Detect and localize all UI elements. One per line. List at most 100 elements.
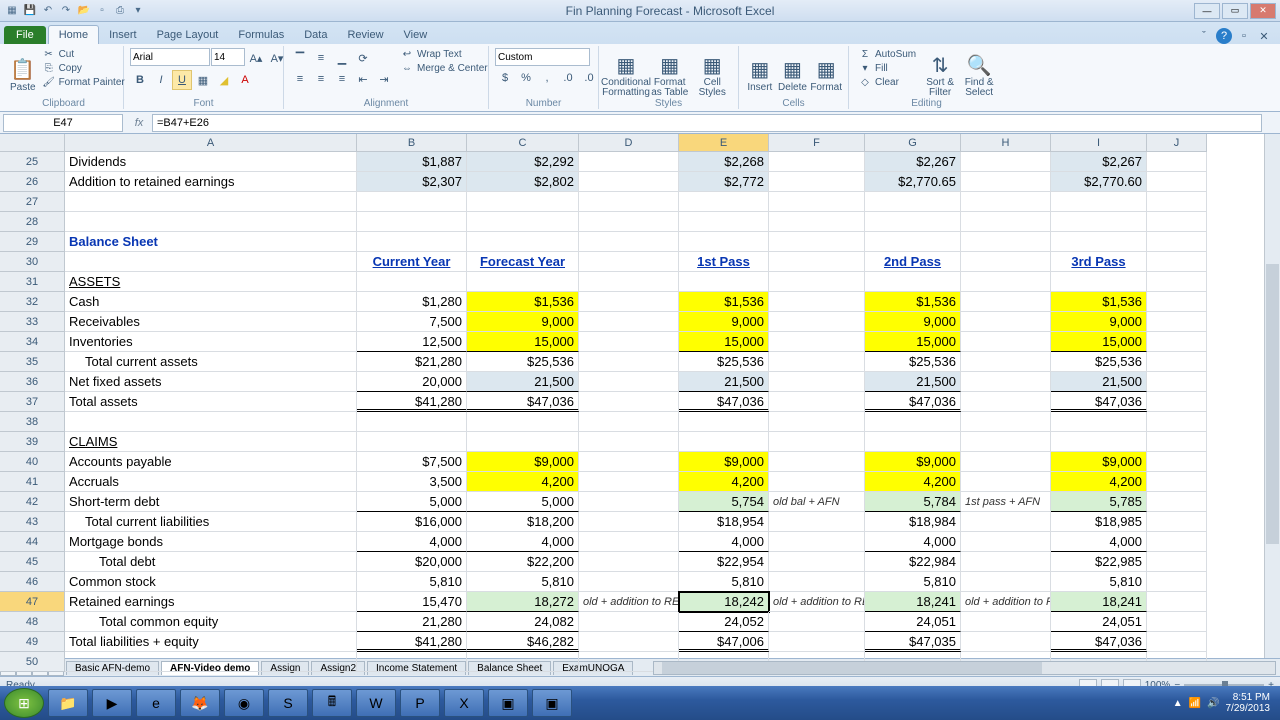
cell-D42[interactable]	[579, 492, 679, 512]
cell-I30[interactable]: 3rd Pass	[1051, 252, 1147, 272]
cell-C32[interactable]: $1,536	[467, 292, 579, 312]
maximize-button[interactable]: ▭	[1222, 3, 1248, 19]
cell-A29[interactable]: Balance Sheet	[65, 232, 357, 252]
cell-F48[interactable]	[769, 612, 865, 632]
cell-A46[interactable]: Common stock	[65, 572, 357, 592]
decrease-indent-icon[interactable]: ⇤	[353, 69, 373, 89]
paste-button[interactable]: 📋Paste	[10, 48, 36, 102]
cell-I35[interactable]: $25,536	[1051, 352, 1147, 372]
currency-icon[interactable]: $	[495, 68, 515, 88]
orientation-icon[interactable]: ⟳	[353, 48, 373, 68]
cell-B34[interactable]: 12,500	[357, 332, 467, 352]
cell-J28[interactable]	[1147, 212, 1207, 232]
cell-E26[interactable]: $2,772	[679, 172, 769, 192]
system-tray[interactable]: ▲ 📶 🔊 8:51 PM 7/29/2013	[1173, 692, 1276, 714]
cell-J36[interactable]	[1147, 372, 1207, 392]
cell-E42[interactable]: 5,754	[679, 492, 769, 512]
format-painter-button[interactable]: 🖌Format Painter	[39, 76, 128, 89]
align-top-icon[interactable]: ▔	[290, 48, 310, 68]
autosum-button[interactable]: ΣAutoSum	[855, 48, 919, 61]
cell-F43[interactable]	[769, 512, 865, 532]
cell-E40[interactable]: $9,000	[679, 452, 769, 472]
cell-A35[interactable]: Total current assets	[65, 352, 357, 372]
cell-E38[interactable]	[679, 412, 769, 432]
cell-F37[interactable]	[769, 392, 865, 412]
row-header[interactable]: 48	[0, 612, 65, 632]
cell-F28[interactable]	[769, 212, 865, 232]
cell-J48[interactable]	[1147, 612, 1207, 632]
cell-E25[interactable]: $2,268	[679, 152, 769, 172]
tab-insert[interactable]: Insert	[99, 26, 147, 44]
align-right-icon[interactable]: ≡	[332, 69, 352, 89]
spreadsheet-grid[interactable]: ABCDEFGHIJ 25Dividends$1,887$2,292$2,268…	[0, 134, 1280, 658]
cell-B35[interactable]: $21,280	[357, 352, 467, 372]
cell-H26[interactable]	[961, 172, 1051, 192]
cell-D29[interactable]	[579, 232, 679, 252]
cell-B29[interactable]	[357, 232, 467, 252]
cell-C42[interactable]: 5,000	[467, 492, 579, 512]
align-bottom-icon[interactable]: ▁	[332, 48, 352, 68]
cell-J40[interactable]	[1147, 452, 1207, 472]
cell-B40[interactable]: $7,500	[357, 452, 467, 472]
cell-I44[interactable]: 4,000	[1051, 532, 1147, 552]
taskbar-media-icon[interactable]: ▶	[92, 689, 132, 717]
taskbar-word-icon[interactable]: W	[356, 689, 396, 717]
conditional-formatting-button[interactable]: ▦Conditional Formatting	[605, 48, 647, 102]
cell-D27[interactable]	[579, 192, 679, 212]
cell-B50[interactable]	[357, 652, 467, 672]
border-button[interactable]: ▦	[193, 70, 213, 90]
cell-J49[interactable]	[1147, 632, 1207, 652]
cell-A48[interactable]: Total common equity	[65, 612, 357, 632]
cell-A41[interactable]: Accruals	[65, 472, 357, 492]
cell-I40[interactable]: $9,000	[1051, 452, 1147, 472]
cell-F39[interactable]	[769, 432, 865, 452]
cell-I32[interactable]: $1,536	[1051, 292, 1147, 312]
delete-cells-button[interactable]: ▦Delete	[778, 48, 808, 102]
cell-J25[interactable]	[1147, 152, 1207, 172]
clear-button[interactable]: ◇Clear	[855, 76, 919, 89]
cell-F44[interactable]	[769, 532, 865, 552]
cell-I31[interactable]	[1051, 272, 1147, 292]
cell-H44[interactable]	[961, 532, 1051, 552]
cell-F47[interactable]: old + addition to RE	[769, 592, 865, 612]
cell-J31[interactable]	[1147, 272, 1207, 292]
cell-J33[interactable]	[1147, 312, 1207, 332]
undo-icon[interactable]: ↶	[40, 3, 56, 19]
align-middle-icon[interactable]: ≡	[311, 48, 331, 68]
cell-H48[interactable]	[961, 612, 1051, 632]
cell-D34[interactable]	[579, 332, 679, 352]
cell-G43[interactable]: $18,984	[865, 512, 961, 532]
cell-F41[interactable]	[769, 472, 865, 492]
cell-A45[interactable]: Total debt	[65, 552, 357, 572]
cell-B36[interactable]: 20,000	[357, 372, 467, 392]
cell-E49[interactable]: $47,006	[679, 632, 769, 652]
row-header[interactable]: 41	[0, 472, 65, 492]
cell-G36[interactable]: 21,500	[865, 372, 961, 392]
align-left-icon[interactable]: ≡	[290, 69, 310, 89]
minimize-button[interactable]: —	[1194, 3, 1220, 19]
cell-C47[interactable]: 18,272	[467, 592, 579, 612]
cell-C46[interactable]: 5,810	[467, 572, 579, 592]
cell-G48[interactable]: 24,051	[865, 612, 961, 632]
row-header[interactable]: 30	[0, 252, 65, 272]
cell-D48[interactable]	[579, 612, 679, 632]
cell-G40[interactable]: $9,000	[865, 452, 961, 472]
taskbar-chrome-icon[interactable]: ◉	[224, 689, 264, 717]
cell-E43[interactable]: $18,954	[679, 512, 769, 532]
tray-flag-icon[interactable]: ▲	[1173, 698, 1183, 709]
insert-cells-button[interactable]: ▦Insert	[745, 48, 775, 102]
taskbar-ie-icon[interactable]: e	[136, 689, 176, 717]
cell-J29[interactable]	[1147, 232, 1207, 252]
format-cells-button[interactable]: ▦Format	[810, 48, 842, 102]
cell-H33[interactable]	[961, 312, 1051, 332]
cell-B46[interactable]: 5,810	[357, 572, 467, 592]
select-all-corner[interactable]	[0, 134, 65, 152]
cell-B27[interactable]	[357, 192, 467, 212]
cell-I39[interactable]	[1051, 432, 1147, 452]
cell-H29[interactable]	[961, 232, 1051, 252]
column-headers[interactable]: ABCDEFGHIJ	[65, 134, 1280, 152]
cell-G31[interactable]	[865, 272, 961, 292]
cell-C50[interactable]	[467, 652, 579, 672]
cell-E30[interactable]: 1st Pass	[679, 252, 769, 272]
cell-A47[interactable]: Retained earnings	[65, 592, 357, 612]
